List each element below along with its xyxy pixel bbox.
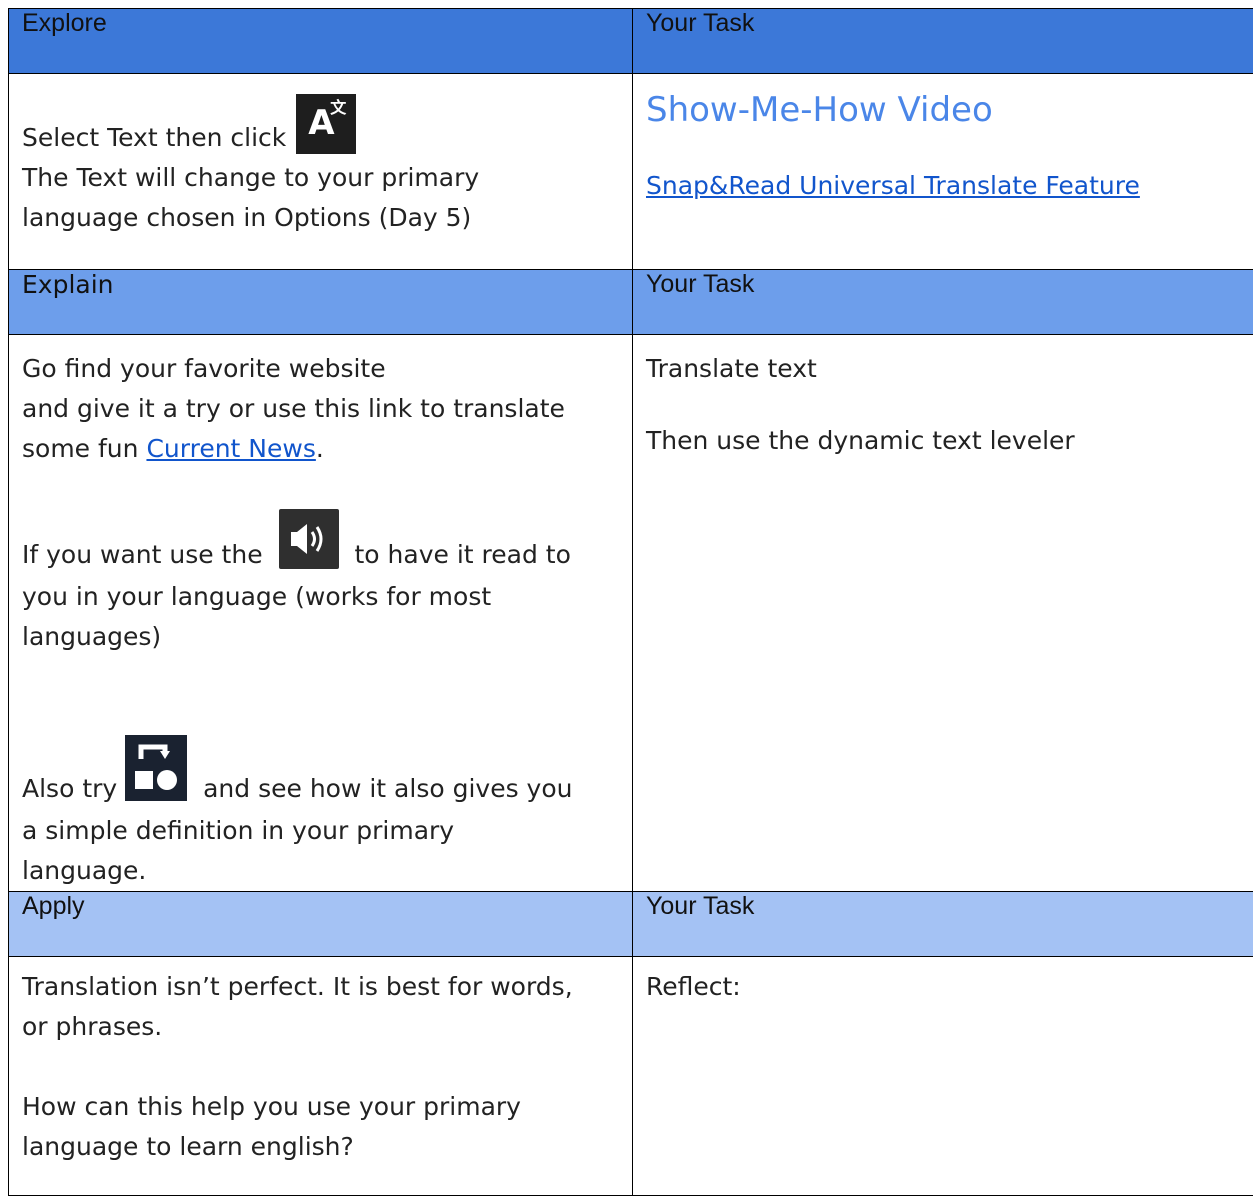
- explore-header-row: Explore Your Task: [9, 9, 1253, 74]
- explain-text-5: you in your language (works for most: [22, 577, 619, 617]
- video-title: Show-Me-How Video: [646, 88, 1240, 132]
- apply-text-3: How can this help you use your primary: [22, 1087, 619, 1127]
- explore-header: Explore: [9, 9, 633, 74]
- explain-text-8: a simple definition in your primary: [22, 811, 619, 851]
- explore-text-1: Select Text then click: [22, 118, 286, 158]
- apply-instructions: Translation isn’t perfect. It is best fo…: [9, 957, 633, 1196]
- explore-task: Show-Me-How Video Snap&Read Universal Tr…: [633, 74, 1253, 270]
- explain-text-6: languages): [22, 617, 619, 657]
- explain-text-4: If you want use the to have it read to: [22, 509, 619, 577]
- translate-icon: A文: [296, 94, 356, 154]
- apply-header: Apply: [9, 892, 633, 957]
- explain-text-2: and give it a try or use this link to tr…: [22, 389, 619, 429]
- explain-instructions: Go find your favorite website and give i…: [9, 335, 633, 892]
- explain-task: Translate text Then use the dynamic text…: [633, 335, 1253, 892]
- apply-row: Translation isn’t perfect. It is best fo…: [9, 957, 1253, 1196]
- dictionary-icon: [125, 735, 187, 801]
- explain-task-1: Translate text: [646, 349, 1240, 389]
- explain-row: Go find your favorite website and give i…: [9, 335, 1253, 892]
- apply-task: Reflect:: [633, 957, 1253, 1196]
- reflect-label: Reflect:: [646, 967, 1240, 1007]
- apply-header-row: Apply Your Task: [9, 892, 1253, 957]
- explore-task-header: Your Task: [633, 9, 1253, 74]
- apply-text-2: or phrases.: [22, 1007, 619, 1047]
- apply-text-1: Translation isn’t perfect. It is best fo…: [22, 967, 619, 1007]
- video-link[interactable]: Snap&Read Universal Translate Feature: [646, 171, 1140, 200]
- explain-text-7: Also try and see how it also gives you: [22, 735, 619, 811]
- apply-text-4: language to learn english?: [22, 1127, 619, 1167]
- explain-task-2: Then use the dynamic text leveler: [646, 421, 1240, 461]
- explore-text-2: The Text will change to your primary: [22, 158, 619, 198]
- speaker-icon: [279, 509, 339, 569]
- explain-task-header: Your Task: [633, 270, 1253, 335]
- explain-text-9: language.: [22, 851, 619, 891]
- explain-text-1: Go find your favorite website: [22, 349, 619, 389]
- explain-text-3: some fun Current News.: [22, 429, 619, 469]
- explore-row: Select Text then click A文 The Text will …: [9, 74, 1253, 270]
- explore-text-3: language chosen in Options (Day 5): [22, 198, 619, 238]
- explain-header: Explain: [9, 270, 633, 335]
- explore-line-1: Select Text then click A文: [22, 92, 619, 158]
- apply-task-header: Your Task: [633, 892, 1253, 957]
- explain-header-row: Explain Your Task: [9, 270, 1253, 335]
- current-news-link[interactable]: Current News: [146, 434, 315, 463]
- lesson-table: Explore Your Task Select Text then click…: [8, 8, 1253, 1196]
- explore-instructions: Select Text then click A文 The Text will …: [9, 74, 633, 270]
